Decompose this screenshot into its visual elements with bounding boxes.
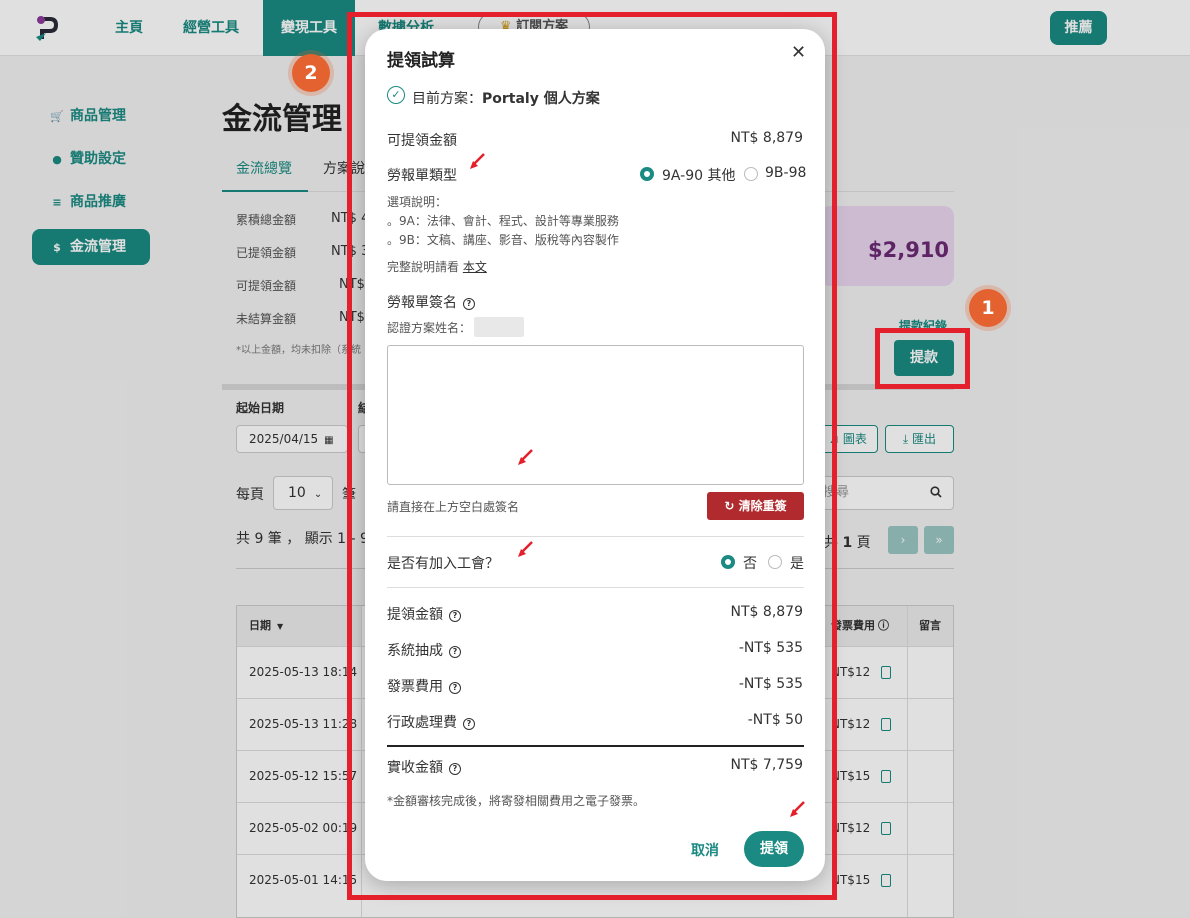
step-badge-2: 2 <box>292 54 330 92</box>
highlight-box-dialog <box>347 12 837 900</box>
arrow-pointer-icon <box>518 541 533 557</box>
highlight-box-withdraw <box>875 328 970 389</box>
arrow-pointer-icon <box>518 449 533 465</box>
arrow-pointer-icon <box>470 153 485 169</box>
arrow-pointer-icon <box>790 801 805 817</box>
step-badge-1: 1 <box>969 289 1007 327</box>
